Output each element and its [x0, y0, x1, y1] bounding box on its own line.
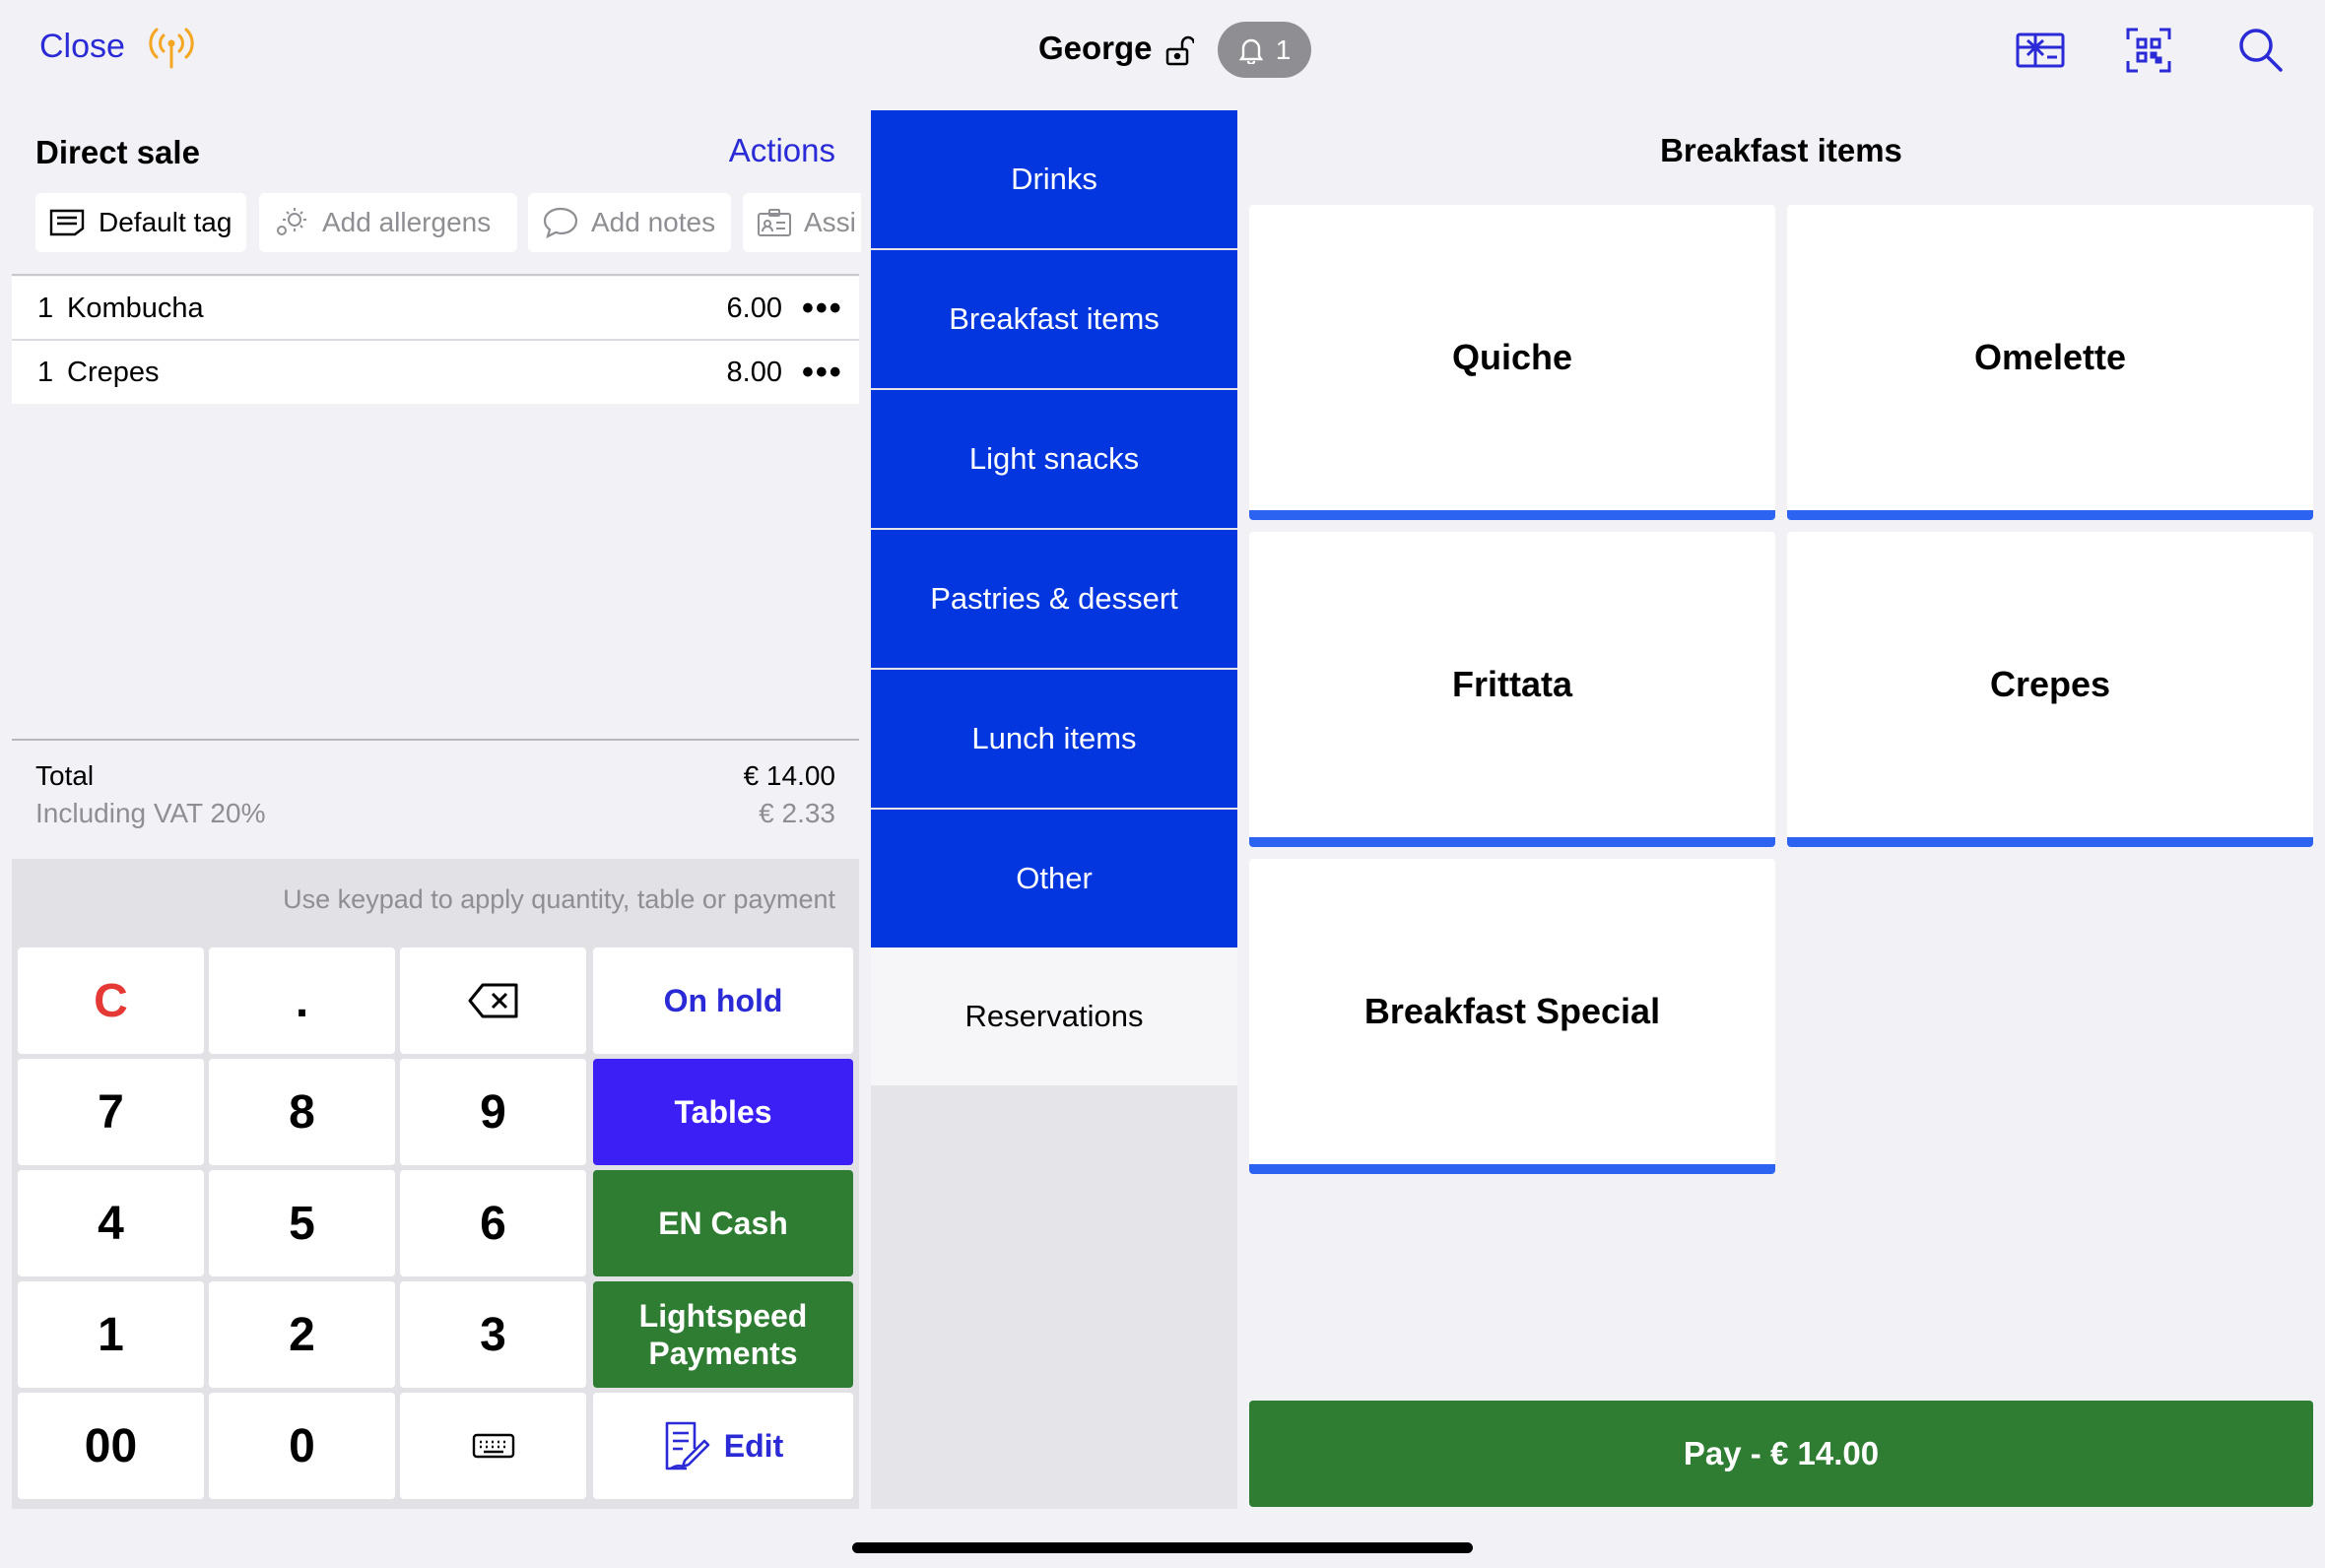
digit-3-key[interactable]: 3 [400, 1281, 586, 1388]
category-lunch-items[interactable]: Lunch items [871, 670, 1237, 808]
product-grid-title: Breakfast items [1660, 132, 1902, 168]
digit-7-key[interactable]: 7 [18, 1059, 204, 1165]
edit-label: Edit [723, 1427, 784, 1464]
line-quantity: 1 [37, 292, 54, 324]
line-more-options-button[interactable]: ••• [802, 290, 859, 328]
vat-value: € 2.33 [759, 798, 835, 828]
category-other[interactable]: Other [871, 810, 1237, 947]
line-price: 6.00 [726, 292, 782, 324]
customer-card-icon [757, 207, 792, 238]
notification-count: 1 [1275, 33, 1292, 65]
actions-button[interactable]: Actions [729, 132, 835, 169]
double-zero-key[interactable]: 00 [18, 1393, 204, 1499]
product-tile[interactable]: Breakfast Special [1249, 859, 1775, 1174]
gift-card-icon[interactable] [2014, 26, 2067, 75]
product-tile[interactable]: Omelette [1787, 205, 2313, 520]
digit-4-key[interactable]: 4 [18, 1170, 204, 1276]
search-icon[interactable] [2236, 26, 2290, 75]
category-light-snacks[interactable]: Light snacks [871, 390, 1237, 528]
line-item-name: Crepes [67, 356, 160, 388]
divider [12, 274, 859, 276]
edit-pencil-icon [663, 1419, 710, 1472]
assign-customer-chip[interactable]: Assi [743, 193, 861, 252]
bell-icon [1238, 36, 1264, 64]
backspace-icon [467, 982, 520, 1019]
add-allergens-label: Add allergens [322, 207, 492, 237]
lightspeed-payments-label-line1: Lightspeed [638, 1297, 808, 1334]
order-chip-bar: Default tag Add allergens Add notes Assi [35, 193, 861, 252]
line-price: 8.00 [726, 356, 782, 388]
digit-9-key[interactable]: 9 [400, 1059, 586, 1165]
keyboard-icon [472, 1433, 515, 1459]
line-more-options-button[interactable]: ••• [802, 354, 859, 392]
total-label: Total [35, 760, 95, 791]
current-user-name[interactable]: George [1038, 30, 1153, 67]
line-quantity: 1 [37, 356, 54, 388]
order-line[interactable]: 1 Crepes 8.00 ••• [12, 341, 859, 404]
digit-1-key[interactable]: 1 [18, 1281, 204, 1388]
home-indicator[interactable] [852, 1542, 1473, 1553]
category-drinks[interactable]: Drinks [871, 110, 1237, 248]
category-pastries-dessert[interactable]: Pastries & dessert [871, 530, 1237, 668]
keyboard-key[interactable] [400, 1393, 586, 1499]
clear-key[interactable]: C [18, 947, 204, 1054]
divider [12, 739, 859, 741]
wireless-signal-icon [146, 24, 197, 71]
edit-button[interactable]: Edit [593, 1393, 853, 1499]
product-tile[interactable]: Frittata [1249, 532, 1775, 847]
order-line[interactable]: 1 Kombucha 6.00 ••• [12, 277, 859, 340]
digit-8-key[interactable]: 8 [209, 1059, 395, 1165]
cash-payment-button[interactable]: EN Cash [593, 1170, 853, 1276]
digit-6-key[interactable]: 6 [400, 1170, 586, 1276]
sale-title: Direct sale [35, 134, 200, 170]
digit-5-key[interactable]: 5 [209, 1170, 395, 1276]
qr-scan-icon[interactable] [2124, 26, 2177, 75]
add-notes-label: Add notes [591, 207, 716, 237]
unlock-icon[interactable] [1164, 35, 1194, 67]
notifications-button[interactable]: 1 [1218, 22, 1311, 78]
product-tile[interactable]: Quiche [1249, 205, 1775, 520]
default-tag-label: Default tag [99, 207, 232, 237]
assign-customer-label: Assi [804, 207, 856, 237]
keypad-hint: Use keypad to apply quantity, table or p… [283, 884, 835, 914]
backspace-key[interactable] [400, 947, 586, 1054]
category-breakfast-items[interactable]: Breakfast items [871, 250, 1237, 388]
vat-label: Including VAT 20% [35, 798, 266, 828]
speech-bubble-icon [542, 206, 579, 239]
digit-2-key[interactable]: 2 [209, 1281, 395, 1388]
lightspeed-payments-button[interactable]: Lightspeed Payments [593, 1281, 853, 1388]
on-hold-button[interactable]: On hold [593, 947, 853, 1054]
line-item-name: Kombucha [67, 292, 204, 324]
pay-button[interactable]: Pay - € 14.00 [1249, 1401, 2313, 1507]
default-tag-chip[interactable]: Default tag [35, 193, 246, 252]
total-value: € 14.00 [743, 760, 835, 791]
add-allergens-chip[interactable]: Add allergens [259, 193, 517, 252]
decimal-key[interactable]: . [209, 947, 395, 1054]
digit-0-key[interactable]: 0 [209, 1393, 395, 1499]
tables-button[interactable]: Tables [593, 1059, 853, 1165]
tag-list-icon [49, 208, 87, 237]
lightspeed-payments-label-line2: Payments [648, 1336, 798, 1371]
allergens-icon [273, 206, 310, 239]
category-reservations[interactable]: Reservations [871, 947, 1237, 1085]
product-tile[interactable]: Crepes [1787, 532, 2313, 847]
add-notes-chip[interactable]: Add notes [528, 193, 731, 252]
close-button[interactable]: Close [39, 28, 125, 66]
